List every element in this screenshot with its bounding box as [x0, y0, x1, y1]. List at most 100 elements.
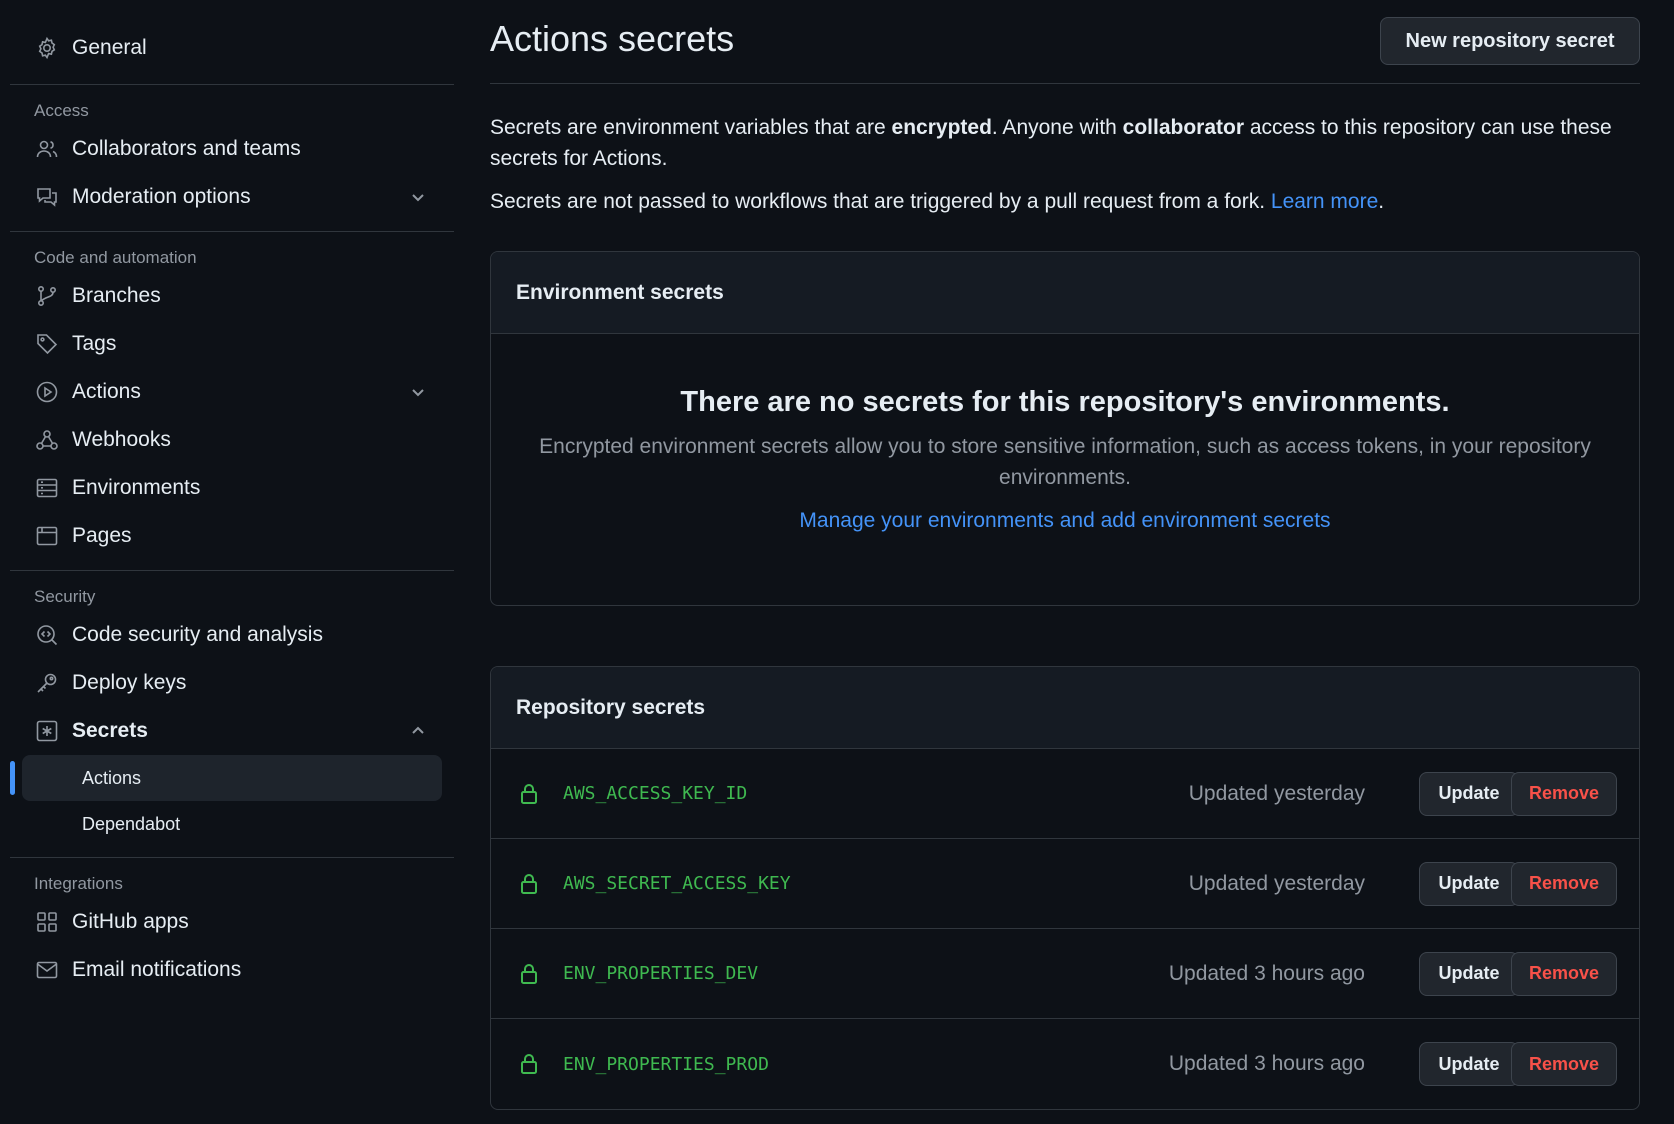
empty-state-title: There are no secrets for this repository…: [680, 386, 1450, 418]
main-content: Actions secrets New repository secret Se…: [490, 0, 1640, 1110]
repository-secrets-header: Repository secrets: [491, 667, 1639, 749]
sidebar-item-label: GitHub apps: [72, 910, 189, 933]
sidebar-item-branches[interactable]: Branches: [10, 272, 454, 320]
update-secret-button[interactable]: Update: [1419, 1042, 1519, 1086]
table-row: ENV_PROPERTIES_DEV Updated 3 hours ago U…: [491, 929, 1639, 1019]
comment-discussion-icon: [34, 184, 60, 210]
sidebar-item-deploy-keys[interactable]: Deploy keys: [10, 659, 454, 707]
remove-secret-button[interactable]: Remove: [1511, 1042, 1617, 1086]
browser-icon: [34, 523, 60, 549]
new-repository-secret-button[interactable]: New repository secret: [1380, 17, 1640, 65]
empty-state-description: Encrypted environment secrets allow you …: [539, 435, 1591, 489]
sidebar-item-label: Moderation options: [72, 185, 251, 208]
sidebar-section-code-automation: Code and automation: [34, 248, 197, 267]
people-icon: [34, 136, 60, 162]
sidebar-section-access: Access: [34, 101, 89, 120]
lock-icon: [521, 963, 537, 984]
server-icon: [34, 475, 60, 501]
webhook-icon: [34, 427, 60, 453]
secret-name: AWS_SECRET_ACCESS_KEY: [563, 873, 791, 894]
environment-secrets-box: Environment secrets There are no secrets…: [490, 251, 1640, 606]
sidebar-section-security: Security: [34, 587, 96, 606]
chevron-down-icon[interactable]: [408, 382, 428, 402]
lock-icon: [521, 1054, 537, 1074]
environment-secrets-header: Environment secrets: [491, 252, 1639, 334]
fork-notice: Secrets are not passed to workflows that…: [490, 190, 1640, 214]
sidebar-item-email-notifications[interactable]: Email notifications: [10, 946, 454, 994]
secret-updated-time: Updated yesterday: [1188, 781, 1365, 805]
sidebar-item-secrets[interactable]: Secrets: [10, 707, 454, 755]
sidebar-section-integrations: Integrations: [34, 874, 123, 893]
repository-secrets-box: Repository secrets AWS_ACCESS_KEY_ID Upd…: [490, 666, 1640, 1110]
chevron-down-icon[interactable]: [408, 187, 428, 207]
sidebar-item-code-security[interactable]: Code security and analysis: [10, 611, 454, 659]
table-row: ENV_PROPERTIES_PROD Updated 3 hours ago …: [491, 1019, 1639, 1109]
sidebar-item-label: General: [72, 36, 147, 59]
apps-icon: [34, 909, 60, 935]
table-row: AWS_ACCESS_KEY_ID Updated yesterday Upda…: [491, 749, 1639, 839]
update-secret-button[interactable]: Update: [1419, 951, 1519, 996]
secret-updated-time: Updated yesterday: [1188, 871, 1365, 895]
chevron-up-icon[interactable]: [408, 721, 428, 741]
page-title: Actions secrets: [490, 18, 735, 59]
intro-text-collaborator: collaborator: [1122, 116, 1245, 139]
page-header: Actions secrets New repository secret: [490, 0, 1640, 84]
sidebar-item-environments[interactable]: Environments: [10, 464, 454, 512]
codescan-icon: [34, 622, 60, 648]
sidebar-item-collaborators[interactable]: Collaborators and teams: [10, 125, 454, 173]
intro-text: Secrets are environment variables that a…: [490, 116, 892, 139]
sidebar-item-label: Tags: [72, 332, 117, 355]
play-icon: [34, 379, 60, 405]
update-secret-button[interactable]: Update: [1419, 861, 1519, 906]
sidebar-item-label: Dependabot: [82, 813, 181, 834]
sidebar-subitem-secrets-actions[interactable]: Actions: [10, 755, 442, 801]
sidebar-item-label: Actions: [82, 767, 142, 788]
intro-text: . Anyone with: [991, 116, 1123, 139]
active-indicator: [10, 761, 15, 795]
remove-secret-button[interactable]: Remove: [1511, 861, 1617, 906]
sidebar-item-webhooks[interactable]: Webhooks: [10, 416, 454, 464]
settings-sidebar: General Access Collaborators and teams M…: [10, 0, 454, 1124]
lock-icon: [521, 873, 537, 894]
tag-icon: [34, 331, 60, 357]
sidebar-item-label: Secrets: [72, 719, 148, 742]
sidebar-top-spacer: [10, 0, 454, 24]
secret-name: AWS_ACCESS_KEY_ID: [563, 783, 748, 804]
manage-environments-link[interactable]: Manage your environments and add environ…: [799, 509, 1330, 533]
sidebar-item-label: Code security and analysis: [72, 623, 323, 646]
sidebar-item-general[interactable]: General: [10, 24, 454, 72]
table-row: AWS_SECRET_ACCESS_KEY Updated yesterday …: [491, 839, 1639, 929]
sidebar-item-label: Collaborators and teams: [72, 137, 301, 160]
sidebar-item-pages[interactable]: Pages: [10, 512, 454, 560]
sidebar-item-label: Deploy keys: [72, 671, 187, 694]
secret-name: ENV_PROPERTIES_DEV: [563, 963, 759, 984]
sidebar-item-moderation[interactable]: Moderation options: [10, 173, 454, 221]
remove-secret-button[interactable]: Remove: [1511, 951, 1617, 996]
secret-name: ENV_PROPERTIES_PROD: [563, 1053, 769, 1075]
learn-more-link[interactable]: Learn more: [1271, 190, 1378, 213]
sidebar-item-label: Environments: [72, 476, 201, 499]
sidebar-item-github-apps[interactable]: GitHub apps: [10, 898, 454, 946]
sidebar-item-actions[interactable]: Actions: [10, 368, 454, 416]
git-branch-icon: [34, 283, 60, 309]
sidebar-item-label: Email notifications: [72, 958, 242, 981]
key-asterisk-icon: [34, 718, 60, 744]
environment-secrets-empty-state: There are no secrets for this repository…: [491, 334, 1639, 533]
secret-updated-time: Updated 3 hours ago: [1168, 1052, 1365, 1075]
sidebar-item-tags[interactable]: Tags: [10, 320, 454, 368]
gear-icon: [34, 35, 60, 61]
sidebar-subitem-secrets-dependabot[interactable]: Dependabot: [22, 801, 442, 847]
sidebar-item-label: Branches: [72, 284, 161, 307]
sidebar-item-label: Pages: [72, 524, 132, 547]
lock-icon: [521, 783, 537, 804]
remove-secret-button[interactable]: Remove: [1511, 771, 1617, 816]
fork-notice-end: .: [1378, 190, 1385, 213]
fork-notice-text: Secrets are not passed to workflows that…: [490, 190, 1271, 213]
mail-icon: [34, 957, 60, 983]
sidebar-item-label: Actions: [72, 380, 141, 403]
update-secret-button[interactable]: Update: [1419, 771, 1519, 816]
sidebar-item-label: Webhooks: [72, 428, 171, 451]
secret-updated-time: Updated 3 hours ago: [1168, 961, 1365, 985]
key-icon: [34, 670, 60, 696]
intro-paragraph: Secrets are environment variables that a…: [490, 112, 1630, 174]
